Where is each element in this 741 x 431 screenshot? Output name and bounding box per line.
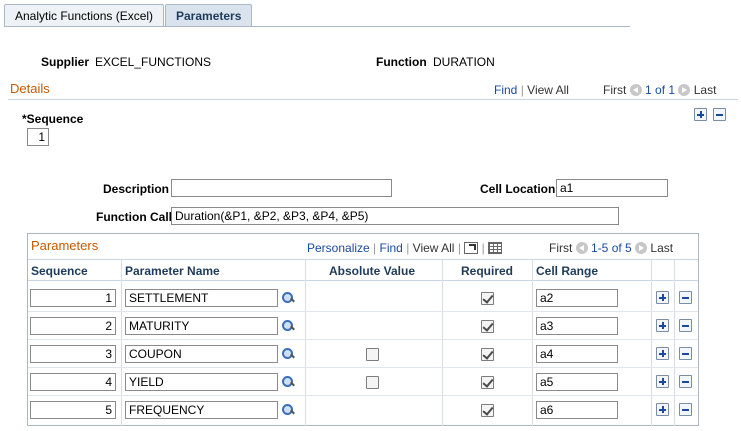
grid-find-link[interactable]: Find bbox=[380, 241, 403, 255]
prev-arrow-icon[interactable] bbox=[629, 84, 642, 96]
zoom-icon[interactable] bbox=[464, 242, 479, 254]
add-row-icon[interactable] bbox=[694, 108, 707, 121]
details-find-link[interactable]: Find bbox=[494, 83, 517, 97]
row-parameter-name-field[interactable]: MATURITY bbox=[125, 317, 278, 335]
add-row-icon[interactable] bbox=[656, 347, 669, 360]
required-checkbox[interactable] bbox=[481, 348, 494, 361]
delete-row-icon[interactable] bbox=[679, 291, 692, 304]
table-row: 3 COUPON a4 bbox=[28, 340, 698, 368]
tab-label: Analytic Functions (Excel) bbox=[15, 9, 154, 23]
required-checkbox[interactable] bbox=[481, 320, 494, 333]
delete-row-icon[interactable] bbox=[679, 347, 692, 360]
details-pager: First 1 of 1 Last bbox=[603, 83, 716, 97]
delete-row-icon[interactable] bbox=[679, 319, 692, 332]
row-cell-range-field[interactable]: a4 bbox=[536, 345, 618, 363]
table-row: 1 SETTLEMENT a2 bbox=[28, 284, 698, 312]
delete-row-icon[interactable] bbox=[713, 108, 726, 121]
grid-pager: First 1-5 of 5 Last bbox=[549, 241, 673, 255]
row-parameter-name-field[interactable]: FREQUENCY bbox=[125, 401, 278, 419]
personalize-link[interactable]: Personalize bbox=[307, 241, 370, 255]
add-row-icon[interactable] bbox=[656, 291, 669, 304]
row-cell-range-field[interactable]: a2 bbox=[536, 289, 618, 307]
tab-underline bbox=[4, 26, 630, 27]
add-row-icon[interactable] bbox=[656, 375, 669, 388]
grid-view-all-link[interactable]: View All bbox=[413, 241, 455, 255]
tab-label: Parameters bbox=[176, 9, 242, 23]
details-header: Details Find | View All First 1 of 1 Las… bbox=[8, 80, 738, 100]
required-checkbox[interactable] bbox=[481, 404, 494, 417]
lookup-icon[interactable] bbox=[281, 319, 295, 333]
absolute-value-checkbox[interactable] bbox=[366, 348, 379, 361]
next-arrow-icon[interactable] bbox=[635, 242, 648, 254]
table-row: 2 MATURITY a3 bbox=[28, 312, 698, 340]
download-spreadsheet-icon[interactable] bbox=[488, 242, 503, 254]
col-required[interactable]: Required bbox=[461, 264, 513, 278]
cell-location-field[interactable]: a1 bbox=[556, 179, 668, 197]
absolute-value-checkbox[interactable] bbox=[366, 376, 379, 389]
row-parameter-name-field[interactable]: COUPON bbox=[125, 345, 278, 363]
parameters-grid: Parameters Personalize | Find | View All… bbox=[27, 233, 699, 426]
next-arrow-icon[interactable] bbox=[678, 84, 691, 96]
details-view-all-link[interactable]: View All bbox=[527, 83, 569, 97]
supplier-label: Supplier bbox=[41, 55, 90, 69]
cell-location-label: Cell Location bbox=[480, 182, 556, 196]
tab-parameters[interactable]: Parameters bbox=[165, 4, 253, 27]
col-parameter-name[interactable]: Parameter Name bbox=[125, 264, 220, 278]
add-row-icon[interactable] bbox=[656, 319, 669, 332]
row-sequence-field[interactable]: 5 bbox=[30, 401, 116, 419]
details-last-label: Last bbox=[693, 83, 717, 97]
grid-last-label: Last bbox=[650, 241, 674, 255]
delete-row-icon[interactable] bbox=[679, 375, 692, 388]
grid-first-label: First bbox=[549, 241, 573, 255]
row-sequence-field[interactable]: 1 bbox=[30, 289, 116, 307]
table-row: 5 FREQUENCY a6 bbox=[28, 396, 698, 424]
function-call-field[interactable]: Duration(&P1, &P2, &P3, &P4, &P5) bbox=[171, 207, 619, 225]
details-first-label: First bbox=[603, 83, 627, 97]
col-cell-range[interactable]: Cell Range bbox=[536, 264, 598, 278]
prev-arrow-icon[interactable] bbox=[575, 242, 588, 254]
supplier-value: EXCEL_FUNCTIONS bbox=[95, 55, 212, 69]
row-cell-range-field[interactable]: a6 bbox=[536, 401, 618, 419]
add-row-icon[interactable] bbox=[656, 403, 669, 416]
row-sequence-field[interactable]: 2 bbox=[30, 317, 116, 335]
required-checkbox[interactable] bbox=[481, 292, 494, 305]
details-range: 1 of 1 bbox=[645, 83, 676, 97]
lookup-icon[interactable] bbox=[281, 403, 295, 417]
lookup-icon[interactable] bbox=[281, 347, 295, 361]
function-value: DURATION bbox=[433, 55, 495, 69]
grid-toolbar: Parameters Personalize | Find | View All… bbox=[28, 234, 698, 258]
sequence-field[interactable]: 1 bbox=[27, 128, 49, 146]
row-cell-range-field[interactable]: a3 bbox=[536, 317, 618, 335]
row-sequence-field[interactable]: 3 bbox=[30, 345, 116, 363]
grid-nav: Personalize | Find | View All | | bbox=[307, 241, 503, 255]
lookup-icon[interactable] bbox=[281, 291, 295, 305]
col-absolute-value[interactable]: Absolute Value bbox=[329, 264, 415, 278]
delete-row-icon[interactable] bbox=[679, 403, 692, 416]
description-label: Description bbox=[103, 182, 170, 196]
function-label: Function bbox=[376, 55, 427, 69]
row-parameter-name-field[interactable]: YIELD bbox=[125, 373, 278, 391]
sequence-label: *Sequence bbox=[22, 112, 84, 126]
description-field[interactable] bbox=[171, 179, 392, 197]
row-parameter-name-field[interactable]: SETTLEMENT bbox=[125, 289, 278, 307]
col-sequence[interactable]: Sequence bbox=[31, 264, 88, 278]
row-cell-range-field[interactable]: a5 bbox=[536, 373, 618, 391]
tab-analytic-functions[interactable]: Analytic Functions (Excel) bbox=[4, 4, 165, 27]
lookup-icon[interactable] bbox=[281, 375, 295, 389]
table-row: 4 YIELD a5 bbox=[28, 368, 698, 396]
column-header-row: Sequence Parameter Name Absolute Value R… bbox=[28, 259, 698, 281]
function-call-label: Function Call bbox=[96, 210, 172, 224]
details-title: Details bbox=[10, 81, 50, 96]
row-sequence-field[interactable]: 4 bbox=[30, 373, 116, 391]
required-checkbox[interactable] bbox=[481, 376, 494, 389]
parameters-title: Parameters bbox=[31, 238, 99, 253]
details-nav: Find | View All bbox=[494, 83, 569, 97]
grid-range: 1-5 of 5 bbox=[591, 241, 632, 255]
